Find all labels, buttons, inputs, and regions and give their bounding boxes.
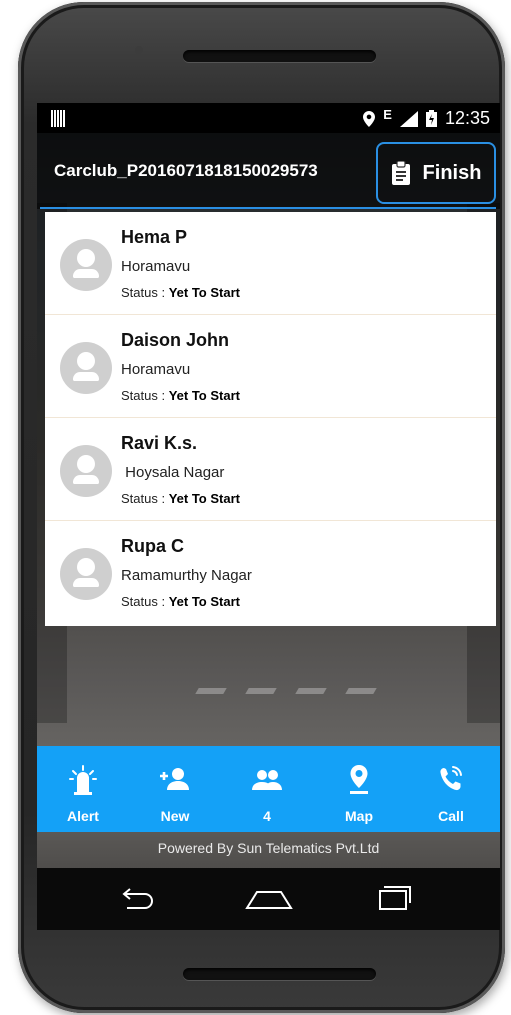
front-camera bbox=[135, 46, 143, 54]
group-icon bbox=[252, 770, 282, 790]
header-bar: Carclub_P2016071818150029573 Finish bbox=[37, 133, 500, 209]
tab-map[interactable]: Map bbox=[313, 746, 405, 832]
tab-call[interactable]: Call bbox=[405, 746, 497, 832]
powered-by-text: Powered By Sun Telematics Pvt.Ltd bbox=[157, 840, 380, 856]
passenger-name: Hema P bbox=[121, 227, 188, 247]
recent-apps-icon[interactable] bbox=[377, 885, 413, 911]
passenger-location: Horamavu bbox=[121, 361, 191, 378]
tab-group[interactable]: 4 bbox=[221, 746, 313, 832]
barcode-notification-icon bbox=[51, 110, 65, 127]
passenger-name: Ravi K.s. bbox=[121, 433, 198, 453]
road-marking bbox=[295, 688, 327, 694]
finish-button[interactable]: Finish bbox=[376, 142, 496, 204]
passenger-status: Status : Yet To Start bbox=[121, 594, 240, 609]
battery-icon bbox=[425, 110, 437, 127]
passenger-list: Hema P Horamavu Status : Yet To Start Da… bbox=[45, 212, 496, 626]
header-divider bbox=[40, 207, 496, 209]
bottom-speaker bbox=[183, 968, 376, 980]
list-item[interactable]: Rupa C Ramamurthy Nagar Status : Yet To … bbox=[45, 521, 496, 626]
tab-new-label: New bbox=[160, 808, 190, 824]
home-icon[interactable] bbox=[245, 890, 293, 910]
tab-group-label: 4 bbox=[263, 808, 271, 824]
avatar bbox=[60, 239, 112, 291]
avatar bbox=[60, 548, 112, 600]
list-item[interactable]: Ravi K.s. Hoysala Nagar Status : Yet To … bbox=[45, 418, 496, 521]
earpiece-speaker bbox=[183, 50, 376, 62]
siren-icon bbox=[69, 765, 97, 795]
avatar bbox=[60, 342, 112, 394]
road-marking bbox=[345, 688, 377, 694]
signal-icon bbox=[399, 110, 418, 127]
passenger-name: Daison John bbox=[121, 330, 230, 350]
clock: 12:35 bbox=[444, 108, 490, 128]
passenger-name: Rupa C bbox=[121, 536, 184, 556]
network-type: E bbox=[383, 107, 392, 122]
passenger-status: Status : Yet To Start bbox=[121, 388, 240, 403]
app-screen: E 12:35 Carclub_P2016071818150029573 Fin… bbox=[37, 103, 500, 869]
clipboard-icon bbox=[391, 161, 410, 185]
tab-map-label: Map bbox=[345, 808, 373, 824]
road-marking bbox=[245, 688, 277, 694]
tab-new[interactable]: New bbox=[129, 746, 221, 832]
android-nav-bar bbox=[37, 868, 500, 930]
passenger-location: Horamavu bbox=[121, 258, 191, 275]
list-item[interactable]: Daison John Horamavu Status : Yet To Sta… bbox=[45, 315, 496, 418]
road-marking bbox=[195, 688, 227, 694]
bottom-action-bar: Alert New 4 Map Call bbox=[37, 746, 500, 832]
avatar bbox=[60, 445, 112, 497]
location-icon bbox=[363, 110, 376, 127]
tab-alert-label: Alert bbox=[67, 808, 99, 824]
tab-alert[interactable]: Alert bbox=[37, 746, 129, 832]
add-person-icon bbox=[160, 768, 189, 790]
page-title: Carclub_P2016071818150029573 bbox=[54, 161, 318, 180]
finish-label: Finish bbox=[422, 161, 482, 184]
tab-call-label: Call bbox=[438, 808, 464, 824]
map-pin-icon bbox=[350, 765, 368, 794]
passenger-location: Hoysala Nagar bbox=[121, 464, 225, 481]
back-icon[interactable] bbox=[119, 888, 155, 910]
passenger-location: Ramamurthy Nagar bbox=[121, 567, 252, 584]
passenger-status: Status : Yet To Start bbox=[121, 491, 240, 506]
phone-call-icon bbox=[440, 766, 462, 791]
status-bar: E 12:35 bbox=[37, 103, 500, 133]
passenger-status: Status : Yet To Start bbox=[121, 285, 240, 300]
list-item[interactable]: Hema P Horamavu Status : Yet To Start bbox=[45, 212, 496, 315]
